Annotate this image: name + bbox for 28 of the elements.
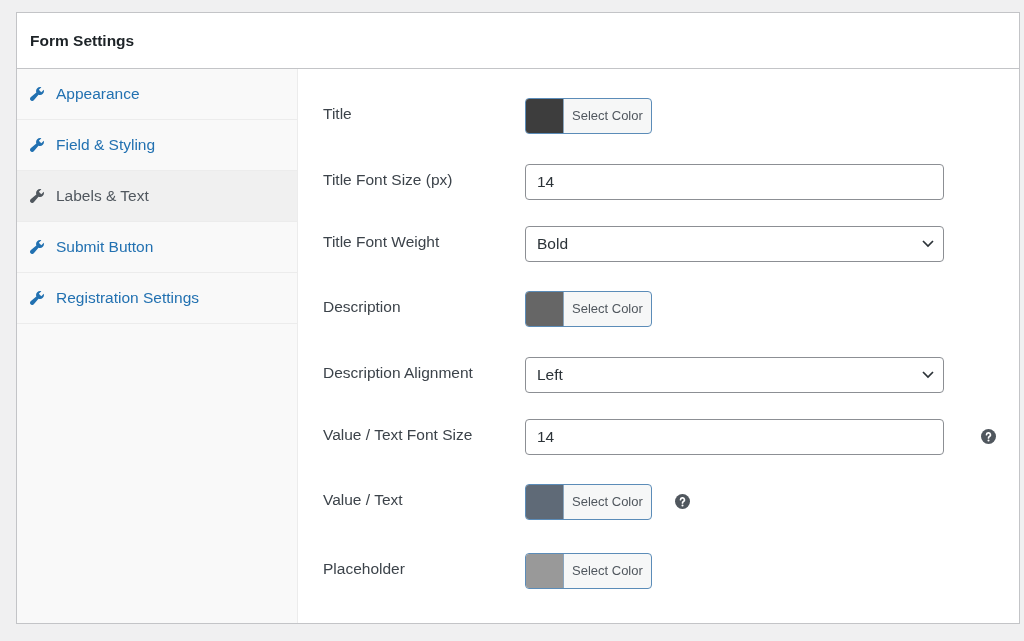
dropdown[interactable]: Bold [525, 226, 944, 262]
field-label: Value / Text [323, 490, 404, 510]
field-label: Description [323, 297, 402, 317]
chevron-down-icon [922, 371, 934, 379]
wrench-icon [30, 87, 44, 101]
field-label: Description Alignment [323, 363, 474, 383]
wrench-icon [30, 291, 44, 305]
sidebar-tab[interactable]: Labels & Text [17, 171, 297, 222]
color-picker-button[interactable]: Select Color [525, 553, 652, 589]
text-input[interactable]: 14 [525, 419, 944, 455]
sidebar-tab[interactable]: Appearance [17, 69, 297, 120]
dropdown[interactable]: Left [525, 357, 944, 393]
wrench-icon [30, 189, 44, 203]
field-label: Value / Text Font Size [323, 425, 474, 445]
text-input[interactable]: 14 [525, 164, 944, 200]
panel-title: Form Settings [30, 30, 135, 51]
wrench-icon [30, 240, 44, 254]
field-label: Title Font Weight [323, 232, 441, 252]
sidebar-tab[interactable]: Submit Button [17, 222, 297, 273]
wrench-icon [30, 138, 44, 152]
color-picker-button[interactable]: Select Color [525, 98, 652, 134]
chevron-down-icon [922, 240, 934, 248]
field-label: Title [323, 104, 353, 124]
field-label: Placeholder [323, 559, 406, 579]
sidebar-tab[interactable]: Registration Settings [17, 273, 297, 324]
color-picker-button[interactable]: Select Color [525, 484, 652, 520]
color-picker-button[interactable]: Select Color [525, 291, 652, 327]
field-label: Title Font Size (px) [323, 170, 454, 190]
